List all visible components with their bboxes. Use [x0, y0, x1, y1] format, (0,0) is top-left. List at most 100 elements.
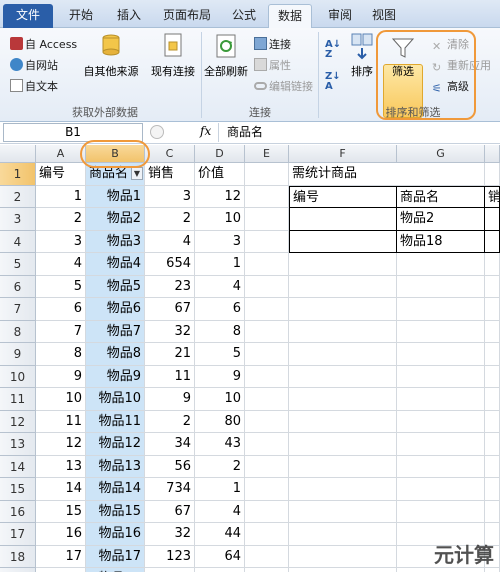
cell-d[interactable]: 1 [195, 478, 245, 501]
cell-c[interactable]: 34 [145, 433, 195, 456]
empty-cell[interactable] [397, 253, 485, 276]
cell-d[interactable]: 10 [195, 208, 245, 231]
empty-cell[interactable] [245, 230, 289, 253]
empty-cell[interactable] [289, 275, 397, 298]
row-header[interactable]: 3 [0, 208, 36, 231]
empty-cell[interactable] [289, 365, 397, 388]
empty-cell[interactable] [245, 523, 289, 546]
cell-b[interactable]: 物品9 [86, 365, 145, 388]
empty-cell[interactable] [289, 568, 397, 572]
fx-icon[interactable]: fx [200, 124, 211, 138]
empty-cell[interactable] [245, 320, 289, 343]
tab-file[interactable]: 文件 [3, 4, 53, 28]
empty-cell[interactable] [289, 343, 397, 366]
empty-cell[interactable] [397, 320, 485, 343]
cell-b[interactable]: 物品7 [86, 320, 145, 343]
row-header[interactable]: 19 [0, 568, 36, 572]
cell-c[interactable]: 654 [145, 253, 195, 276]
column-header-g[interactable]: G [397, 145, 485, 163]
row-header[interactable]: 6 [0, 275, 36, 298]
criteria-header[interactable]: 商品名 [397, 185, 485, 208]
tab-view[interactable]: 视图 [364, 4, 404, 28]
empty-cell[interactable] [397, 343, 485, 366]
empty-cell[interactable] [397, 365, 485, 388]
cell-b[interactable]: 物品10 [86, 388, 145, 411]
cell-c[interactable]: 11 [145, 365, 195, 388]
empty-cell[interactable] [485, 343, 500, 366]
cell-d[interactable]: 4 [195, 275, 245, 298]
column-header-d[interactable]: D [195, 145, 245, 163]
empty-cell[interactable] [397, 455, 485, 478]
criteria-cell[interactable] [289, 230, 397, 253]
empty-cell[interactable] [245, 568, 289, 572]
cell-a[interactable]: 2 [36, 208, 86, 231]
cell-d[interactable]: 64 [195, 545, 245, 568]
row-header[interactable]: 17 [0, 523, 36, 546]
empty-cell[interactable] [289, 478, 397, 501]
cell-c[interactable]: 23 [145, 275, 195, 298]
row-header[interactable]: 11 [0, 388, 36, 411]
tab-formulas[interactable]: 公式 [224, 4, 264, 28]
empty-cell[interactable] [289, 500, 397, 523]
empty-cell[interactable] [397, 478, 485, 501]
cell-c[interactable]: 4 [145, 230, 195, 253]
row-header[interactable]: 16 [0, 500, 36, 523]
cell-b[interactable]: 物品15 [86, 500, 145, 523]
cell-d[interactable]: 4 [195, 500, 245, 523]
from-text-button[interactable]: 自文本 [10, 78, 58, 94]
properties-button[interactable]: 属性 [254, 57, 291, 73]
cell-d[interactable]: 9 [195, 365, 245, 388]
cell-a[interactable]: 11 [36, 410, 86, 433]
column-header-c[interactable]: C [145, 145, 195, 163]
cell-a[interactable]: 10 [36, 388, 86, 411]
filter-dropdown-icon[interactable]: ▼ [131, 167, 143, 180]
empty-cell[interactable] [485, 410, 500, 433]
row-header[interactable]: 10 [0, 365, 36, 388]
cell-b[interactable]: 物品8 [86, 343, 145, 366]
connections-button[interactable]: 连接 [254, 36, 291, 52]
column-header-e[interactable]: E [245, 145, 289, 163]
empty-cell[interactable] [485, 500, 500, 523]
empty-cell[interactable] [289, 298, 397, 321]
empty-cell[interactable] [289, 433, 397, 456]
cell-d[interactable]: 2 [195, 455, 245, 478]
row-header[interactable]: 4 [0, 230, 36, 253]
empty-cell[interactable] [397, 410, 485, 433]
cell-a[interactable]: 17 [36, 545, 86, 568]
empty-cell[interactable] [397, 568, 485, 572]
cell-a[interactable]: 18 [36, 568, 86, 572]
header-cell-c[interactable]: 销售 [145, 163, 195, 186]
cell-b[interactable]: 物品11 [86, 410, 145, 433]
cell-c[interactable]: 56 [145, 455, 195, 478]
cell-d[interactable]: 1 [195, 253, 245, 276]
cell-d[interactable]: 3 [195, 230, 245, 253]
column-header-f[interactable]: F [289, 145, 397, 163]
empty-cell[interactable] [397, 275, 485, 298]
cell-c[interactable]: 2 [145, 410, 195, 433]
empty-cell[interactable] [485, 320, 500, 343]
cell-d[interactable]: 44 [195, 523, 245, 546]
empty-cell[interactable] [485, 455, 500, 478]
cell-a[interactable]: 13 [36, 455, 86, 478]
empty-cell[interactable] [245, 208, 289, 231]
criteria-item[interactable]: 物品18 [397, 230, 485, 253]
cell-a[interactable]: 7 [36, 320, 86, 343]
cell-a[interactable]: 14 [36, 478, 86, 501]
empty-cell[interactable] [397, 433, 485, 456]
tab-page-layout[interactable]: 页面布局 [156, 4, 218, 28]
row-header[interactable]: 9 [0, 343, 36, 366]
row-header[interactable]: 7 [0, 298, 36, 321]
cell-d[interactable]: 10 [195, 388, 245, 411]
empty-cell[interactable] [397, 388, 485, 411]
criteria-cell[interactable] [289, 208, 397, 231]
existing-connections-button[interactable]: 现有连接 [148, 32, 198, 79]
criteria-cell[interactable] [485, 208, 500, 231]
row-header[interactable]: 15 [0, 478, 36, 501]
empty-cell[interactable] [485, 298, 500, 321]
cell-c[interactable]: 734 [145, 478, 195, 501]
sort-za-icon[interactable]: Z↓ A [325, 72, 341, 92]
empty-cell[interactable] [245, 410, 289, 433]
empty-cell[interactable] [485, 275, 500, 298]
empty-cell[interactable] [245, 455, 289, 478]
refresh-all-button[interactable]: 全部刷新 [204, 32, 248, 79]
